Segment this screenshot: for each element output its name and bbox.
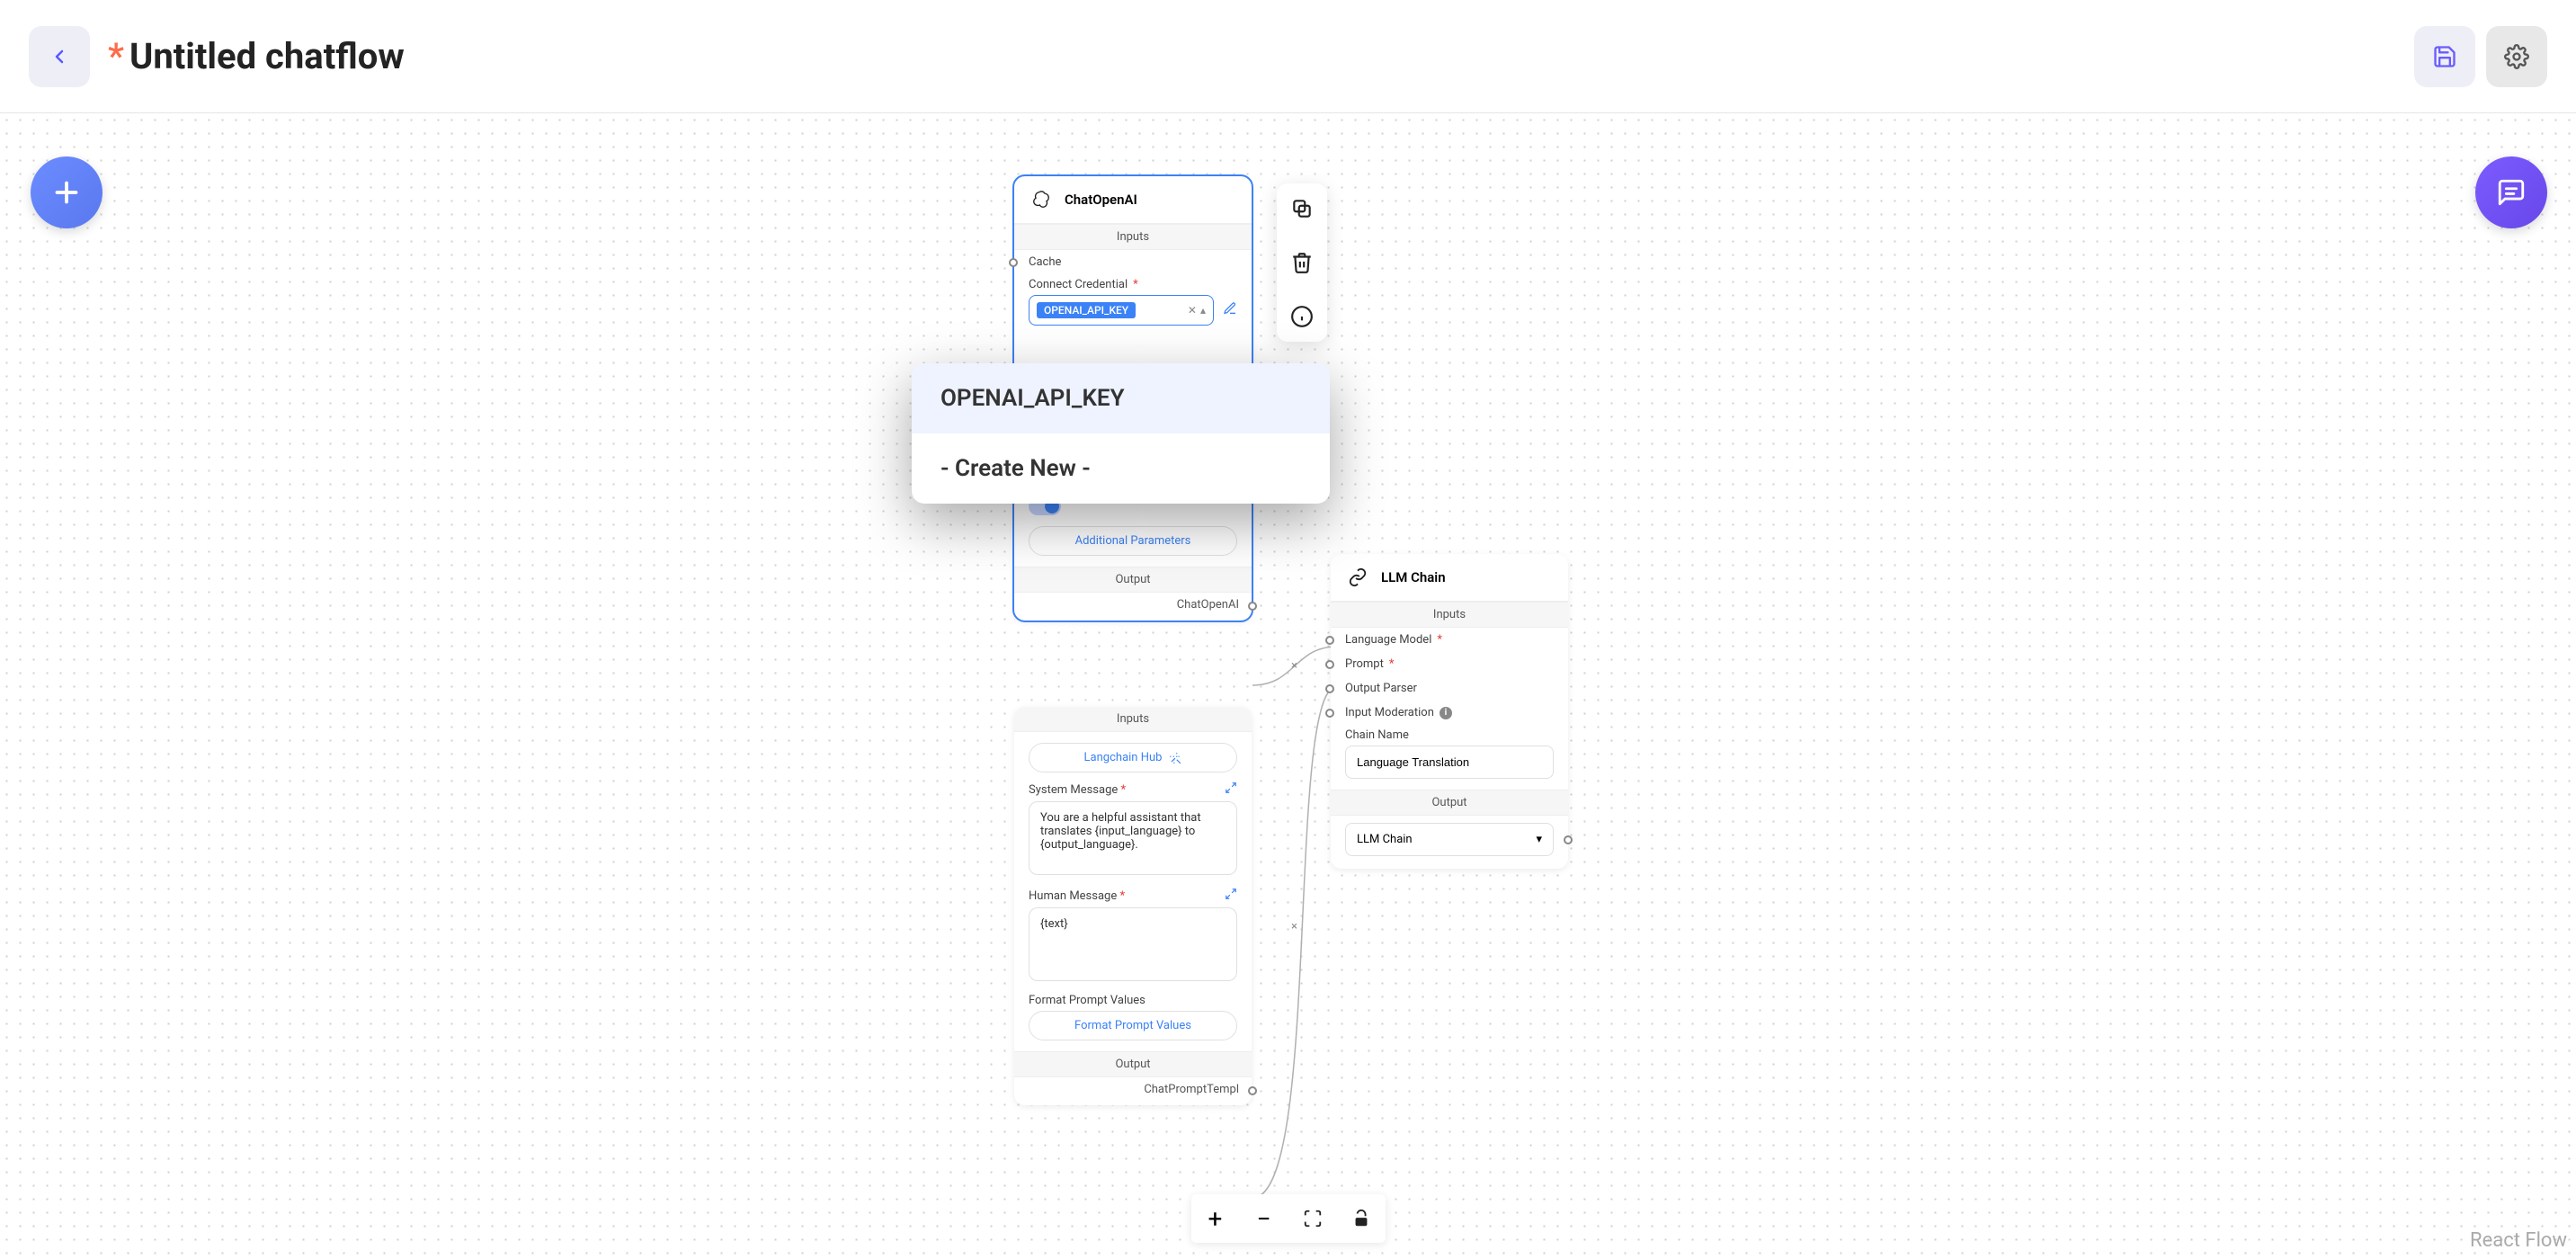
chain-name-label: Chain Name — [1345, 728, 1554, 742]
inputs-section-label: Inputs — [1331, 602, 1568, 628]
port-input-moderation[interactable]: Input Moderation i — [1331, 701, 1568, 725]
credential-dropdown[interactable]: OPENAI_API_KEY - Create New - — [912, 363, 1330, 504]
system-message-label: System Message * — [1029, 783, 1126, 797]
zoom-controls: + − — [1191, 1194, 1386, 1243]
node-toolbar — [1277, 183, 1327, 342]
gear-icon — [2504, 44, 2529, 69]
node-header[interactable]: ChatOpenAI — [1014, 176, 1252, 224]
expand-icon — [1225, 781, 1237, 794]
wand-icon — [1169, 752, 1181, 764]
chevron-up-icon[interactable]: ▴ — [1200, 304, 1206, 317]
title-wrap: * Untitled chatflow — [108, 35, 405, 77]
port-language-model[interactable]: Language Model* — [1331, 628, 1568, 652]
delete-button[interactable] — [1286, 246, 1318, 279]
fullscreen-icon — [1303, 1209, 1323, 1228]
header-right — [2414, 26, 2547, 87]
save-icon — [2432, 44, 2457, 69]
chat-button[interactable] — [2475, 156, 2547, 228]
add-node-button[interactable] — [31, 156, 103, 228]
additional-parameters-button[interactable]: Additional Parameters — [1029, 526, 1237, 556]
inputs-section-label: Inputs — [1014, 707, 1252, 732]
chain-name-input[interactable] — [1345, 746, 1554, 779]
credential-chip: OPENAI_API_KEY — [1037, 302, 1136, 318]
svg-text:×: × — [1291, 920, 1297, 933]
inputs-section-label: Inputs — [1014, 224, 1252, 250]
cache-label: Cache — [1029, 255, 1061, 269]
output-section-label: Output — [1331, 790, 1568, 816]
input-port-icon[interactable] — [1325, 709, 1334, 718]
flow-canvas[interactable]: × × ChatOpenAI Inputs Cache Connect Cred… — [0, 113, 2576, 1259]
plus-icon — [50, 176, 83, 209]
input-port-icon[interactable] — [1325, 636, 1334, 645]
info-icon[interactable]: i — [1440, 707, 1452, 719]
openai-logo-icon — [1029, 187, 1054, 212]
expand-system-message-button[interactable] — [1225, 781, 1237, 798]
chevron-down-icon: ▾ — [1536, 833, 1542, 846]
output-chatopenai: ChatOpenAI — [1177, 598, 1239, 612]
port-prompt[interactable]: Prompt* — [1331, 652, 1568, 676]
chain-icon — [1345, 565, 1370, 590]
human-message-input[interactable] — [1029, 907, 1237, 981]
app-header: * Untitled chatflow — [0, 0, 2576, 113]
svg-text:×: × — [1291, 659, 1297, 673]
input-port-icon[interactable] — [1325, 684, 1334, 693]
settings-button[interactable] — [2486, 26, 2547, 87]
trash-icon — [1290, 251, 1314, 274]
expand-icon — [1225, 888, 1237, 900]
lock-button[interactable] — [1337, 1194, 1386, 1243]
zoom-in-button[interactable]: + — [1191, 1194, 1240, 1243]
output-port-icon[interactable] — [1248, 602, 1257, 611]
header-left: * Untitled chatflow — [29, 26, 405, 87]
expand-human-message-button[interactable] — [1225, 888, 1237, 904]
duplicate-button[interactable] — [1286, 192, 1318, 225]
system-message-input[interactable] — [1029, 801, 1237, 875]
format-prompt-values-label: Format Prompt Values — [1029, 994, 1237, 1007]
save-button[interactable] — [2414, 26, 2475, 87]
dropdown-option-openai-api-key[interactable]: OPENAI_API_KEY — [912, 363, 1330, 433]
copy-icon — [1290, 197, 1314, 220]
port-output-parser[interactable]: Output Parser — [1331, 676, 1568, 701]
node-prompt-template[interactable]: Inputs Langchain Hub System Message * Hu… — [1014, 707, 1252, 1105]
info-circle-icon — [1290, 305, 1314, 328]
credential-select[interactable]: OPENAI_API_KEY ✕ ▴ — [1029, 295, 1214, 326]
node-llm-chain[interactable]: LLM Chain Inputs Language Model* Prompt*… — [1331, 554, 1568, 869]
chat-icon — [2496, 177, 2527, 208]
info-button[interactable] — [1286, 300, 1318, 333]
port-cache[interactable]: Cache — [1014, 250, 1252, 274]
unsaved-indicator: * — [108, 35, 124, 77]
credential-combo[interactable]: OPENAI_API_KEY ✕ ▴ — [1029, 295, 1237, 326]
node-header[interactable]: LLM Chain — [1331, 554, 1568, 602]
fit-view-button[interactable] — [1288, 1194, 1337, 1243]
output-prompt-template: ChatPromptTempl — [1144, 1083, 1239, 1096]
connect-credential-label: Connect Credential* — [1029, 278, 1237, 291]
chevron-left-icon — [49, 46, 70, 67]
pencil-icon — [1223, 301, 1237, 316]
page-title[interactable]: Untitled chatflow — [129, 35, 405, 77]
node-title: LLM Chain — [1381, 569, 1446, 585]
zoom-out-button[interactable]: − — [1240, 1194, 1288, 1243]
human-message-label: Human Message * — [1029, 889, 1125, 903]
dropdown-option-create-new[interactable]: - Create New - — [912, 433, 1330, 504]
clear-icon[interactable]: ✕ — [1188, 304, 1197, 317]
input-port-icon[interactable] — [1009, 258, 1018, 267]
attribution-label: React Flow — [2470, 1229, 2567, 1252]
langchain-hub-button[interactable]: Langchain Hub — [1029, 743, 1237, 772]
output-section-label: Output — [1014, 567, 1252, 593]
lock-open-icon — [1351, 1209, 1371, 1228]
output-port-icon[interactable] — [1564, 835, 1573, 844]
input-port-icon[interactable] — [1325, 660, 1334, 669]
back-button[interactable] — [29, 26, 90, 87]
edit-credential-button[interactable] — [1223, 301, 1237, 319]
node-title: ChatOpenAI — [1065, 192, 1137, 208]
output-port-icon[interactable] — [1248, 1086, 1257, 1095]
format-prompt-values-button[interactable]: Format Prompt Values — [1029, 1011, 1237, 1040]
output-select[interactable]: LLM Chain ▾ — [1345, 823, 1554, 856]
output-section-label: Output — [1014, 1051, 1252, 1077]
